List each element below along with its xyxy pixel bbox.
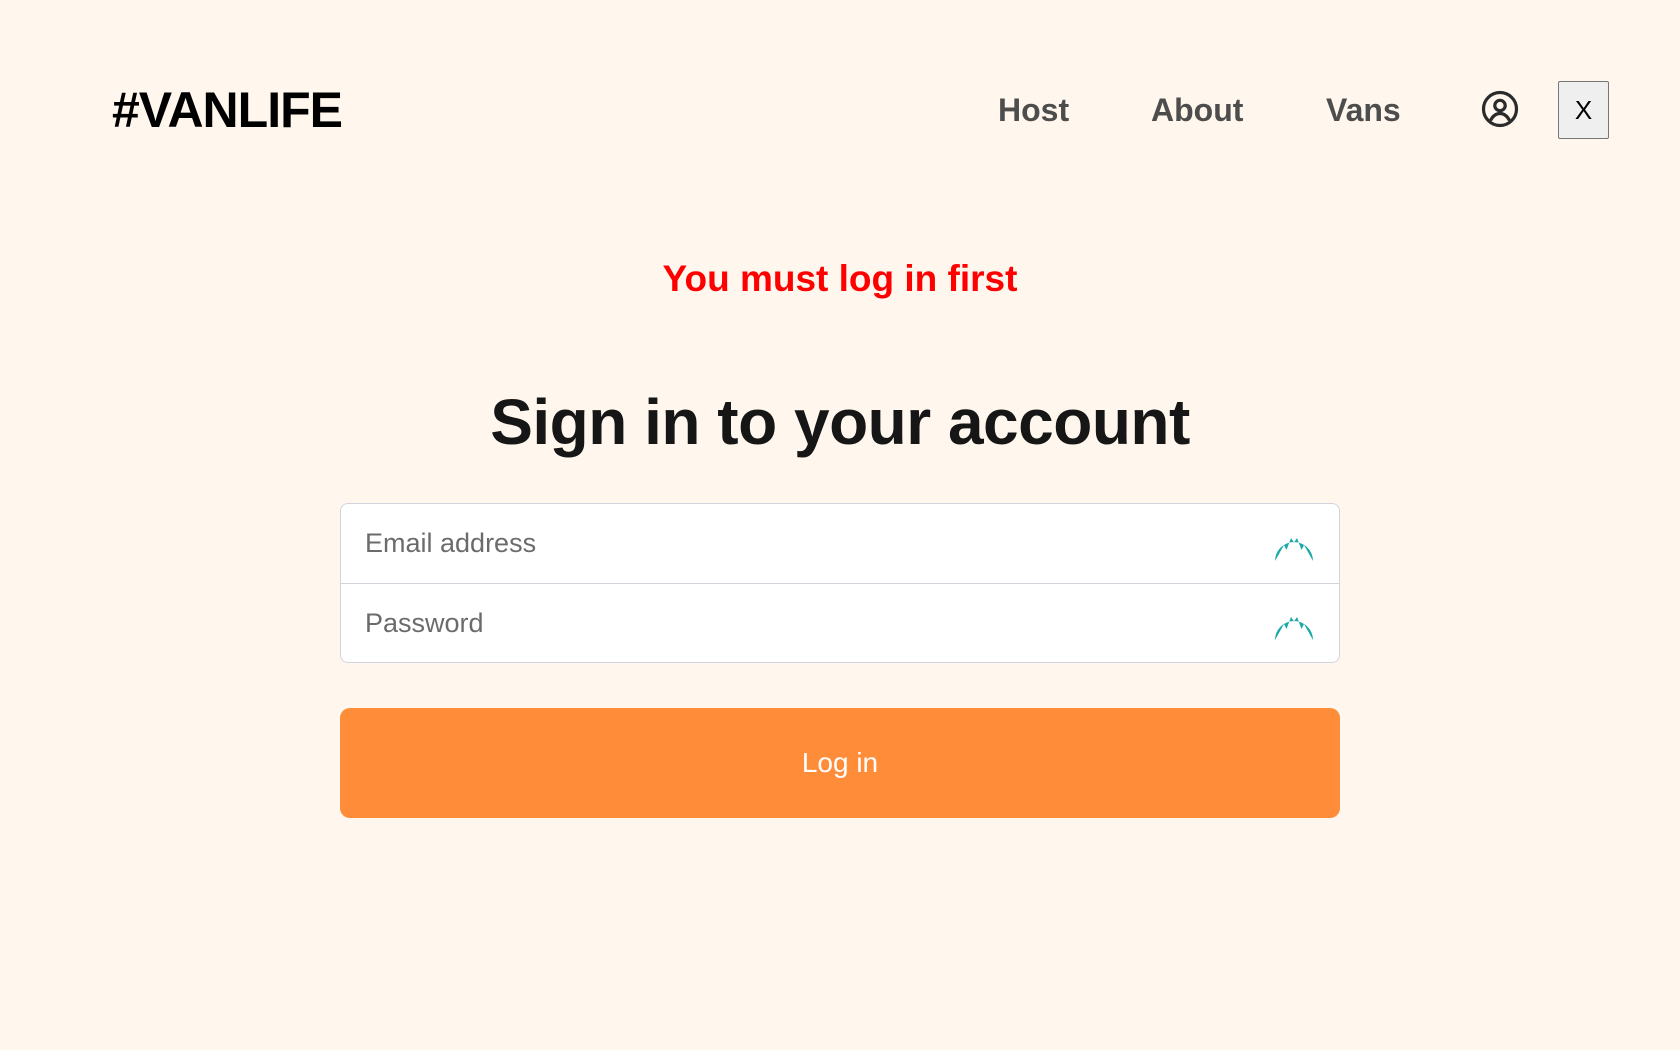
close-button[interactable]: X (1558, 81, 1609, 139)
email-field-row (341, 504, 1339, 583)
nordpass-icon[interactable] (1273, 602, 1315, 644)
password-input[interactable] (341, 584, 1339, 662)
nav-link-about[interactable]: About (1151, 90, 1243, 130)
page-title: Sign in to your account (490, 386, 1190, 458)
nav-link-vans[interactable]: Vans (1326, 90, 1401, 130)
password-field-row (341, 583, 1339, 662)
login-form: Log in (340, 503, 1340, 818)
nordpass-icon[interactable] (1273, 523, 1315, 565)
credentials-field-group (340, 503, 1340, 663)
login-button[interactable]: Log in (340, 708, 1340, 818)
logo-link[interactable]: #VANLIFE (112, 80, 343, 140)
login-page: #VANLIFE Host About Vans X You must log … (0, 0, 1680, 1050)
site-header: #VANLIFE Host About Vans X (0, 0, 1680, 220)
nav-link-host[interactable]: Host (998, 90, 1069, 130)
login-required-alert: You must log in first (662, 258, 1018, 299)
user-circle-icon[interactable] (1481, 90, 1519, 128)
email-input[interactable] (341, 504, 1339, 583)
